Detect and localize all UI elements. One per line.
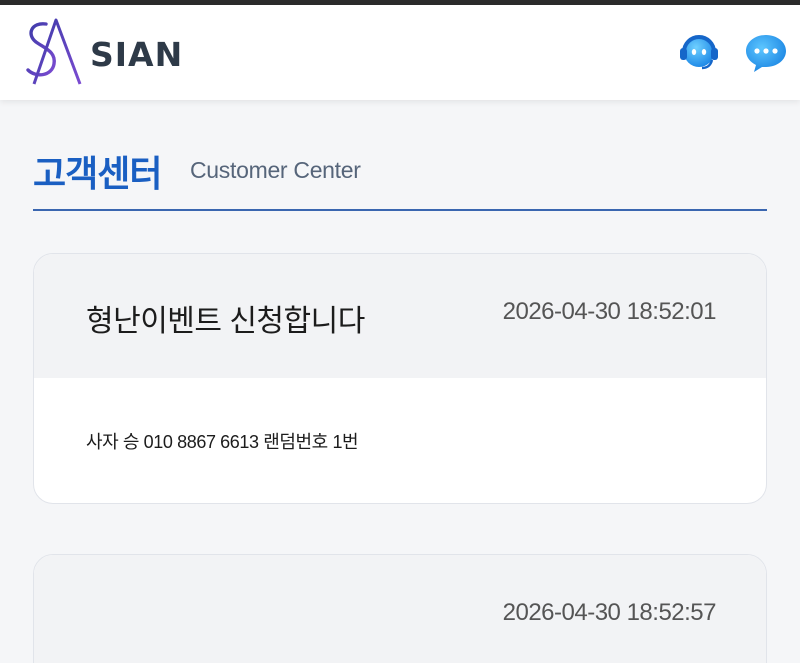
page-title-korean: 고객센터: [33, 153, 162, 194]
support-button[interactable]: [676, 30, 722, 76]
post-card[interactable]: 형난이벤트 신청합니다 2026-04-30 18:52:01 사자 승 010…: [33, 253, 767, 504]
post-date: 2026-04-30 18:52:01: [502, 298, 717, 325]
post-body: 사자 승 010 8867 6613 랜덤번호 1번: [86, 432, 359, 452]
sa-monogram-icon: [26, 18, 82, 85]
chat-bubble-icon: [746, 35, 786, 72]
post-card[interactable]: 2026-04-30 18:52:57: [33, 554, 767, 663]
chat-button[interactable]: [743, 30, 789, 76]
site-header: SIAN: [0, 5, 800, 100]
post-date: 2026-04-30 18:52:57: [502, 599, 717, 626]
post-card-header: 2026-04-30 18:52:57: [34, 555, 766, 663]
brand-logo[interactable]: SIAN: [22, 18, 222, 88]
post-card-header: 형난이벤트 신청합니다 2026-04-30 18:52:01: [34, 254, 766, 378]
support-agent-icon: [680, 35, 718, 70]
page-title-english: Customer Center: [190, 157, 361, 183]
brand-name: SIAN: [90, 35, 184, 74]
post-title: 형난이벤트 신청합니다: [86, 305, 365, 338]
title-divider: [33, 209, 767, 211]
